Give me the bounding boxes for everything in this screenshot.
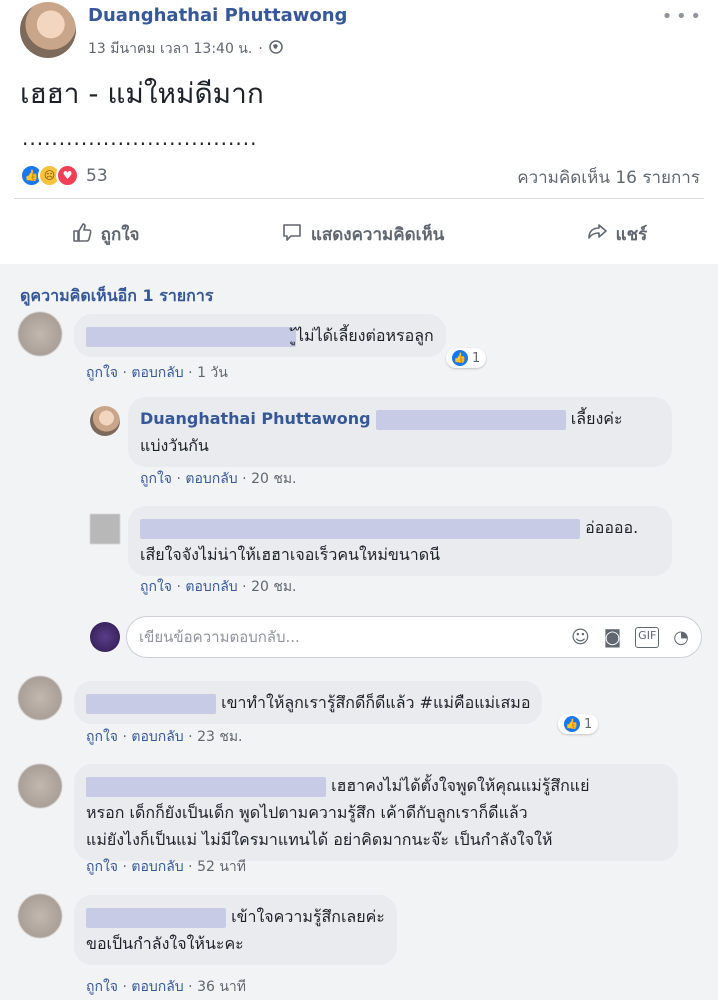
comment-text: เขาทำให้ลูกเรารู้สึกดีก็ดีแล้ว #แม่คือแม… bbox=[221, 693, 531, 712]
share-label: แชร์ bbox=[615, 224, 648, 245]
comment-time: 1 วัน bbox=[197, 365, 228, 381]
more-dots-icon[interactable]: • • • bbox=[662, 6, 701, 27]
share-icon bbox=[586, 221, 608, 248]
comment-like-link[interactable]: ถูกใจ bbox=[86, 729, 118, 745]
redacted-name bbox=[86, 693, 216, 714]
reply-text-line2: แบ่งวันกัน bbox=[140, 436, 209, 455]
comment-text: ู้ไม่ได้เลี้ยงต่อหรอลูก bbox=[296, 326, 434, 345]
replier-avatar[interactable] bbox=[90, 514, 120, 544]
commenter-avatar[interactable] bbox=[18, 764, 62, 808]
redacted-name bbox=[375, 409, 566, 430]
comment-text-line1: เฮฮาคงไม่ได้ตั้งใจพูดให้คุณแม่รู้สึกแย่ bbox=[331, 776, 590, 795]
redacted-name bbox=[86, 907, 226, 928]
comment-reply-link[interactable]: ตอบกลับ bbox=[131, 729, 183, 745]
reply-text: เลี้ยงค่ะ bbox=[570, 409, 623, 428]
thumbs-up-icon bbox=[71, 221, 93, 248]
reply-time: 20 ชม. bbox=[251, 579, 297, 595]
comment-bubble: ู้ไม่ได้เลี้ยงต่อหรอลูก bbox=[74, 314, 446, 357]
reply-bubble: Duanghathai Phuttawong เลี้ยงค่ะ แบ่งวัน… bbox=[128, 397, 672, 467]
post-text: เฮฮา - แม่ใหม่ดีมาก bbox=[20, 77, 264, 110]
view-more-comments-link[interactable]: ดูความคิดเห็นอีก 1 รายการ bbox=[20, 284, 213, 309]
comment-time: 52 นาที bbox=[197, 859, 246, 875]
author-avatar[interactable] bbox=[20, 2, 76, 58]
like-reaction-icon: 👍 bbox=[564, 716, 580, 732]
current-user-avatar bbox=[90, 622, 120, 652]
reply-meta: ถูกใจ · ตอบกลับ · 20 ชม. bbox=[140, 579, 297, 595]
post-meta: 13 มีนาคม เวลา 13:40 น. · bbox=[88, 38, 283, 60]
comment-meta: ถูกใจ · ตอบกลับ · 36 นาที bbox=[86, 979, 246, 995]
reply-author-name[interactable]: Duanghathai Phuttawong bbox=[140, 409, 371, 428]
reply-time: 20 ชม. bbox=[251, 471, 297, 487]
comment-reply-link[interactable]: ตอบกลับ bbox=[131, 859, 183, 875]
post-actions-bar: ถูกใจ แสดงความคิดเห็น แชร์ bbox=[0, 206, 718, 262]
reply-input-icons: ☺ ◙ GIF ◔ bbox=[571, 626, 689, 648]
comment-text-line3: แม่ยังไงก็เป็นแม่ ไม่มีใครมาแทนได้ อย่าค… bbox=[86, 830, 553, 849]
like-button[interactable]: ถูกใจ bbox=[71, 221, 140, 248]
post-author-name[interactable]: Duanghathai Phuttawong bbox=[88, 5, 347, 26]
comment-meta: ถูกใจ · ตอบกลับ · 1 วัน bbox=[86, 365, 228, 381]
post-timestamp[interactable]: 13 มีนาคม เวลา 13:40 น. bbox=[88, 38, 252, 60]
comment-bubble: เขาทำให้ลูกเรารู้สึกดีก็ดีแล้ว #แม่คือแม… bbox=[74, 681, 543, 724]
comment-like-link[interactable]: ถูกใจ bbox=[86, 859, 118, 875]
comment-like-badge[interactable]: 👍 1 bbox=[446, 348, 487, 368]
camera-icon[interactable]: ◙ bbox=[604, 627, 621, 648]
comment-icon bbox=[281, 221, 303, 248]
dot-separator: · bbox=[258, 41, 263, 57]
comment-like-link[interactable]: ถูกใจ bbox=[86, 979, 118, 995]
comment-time: 23 ชม. bbox=[197, 729, 243, 745]
redacted-name bbox=[86, 326, 296, 347]
reply-text-line2: เสียใจจังไม่น่าให้เฮฮาเจอเร็วคนใหม่ขนาดน… bbox=[140, 545, 441, 564]
commenter-avatar[interactable] bbox=[18, 894, 62, 938]
comment-meta: ถูกใจ · ตอบกลับ · 52 นาที bbox=[86, 859, 246, 875]
comment-like-count: 1 bbox=[584, 716, 593, 732]
commenter-avatar[interactable] bbox=[18, 312, 62, 356]
reply-bubble: อ่ออออ. เสียใจจังไม่น่าให้เฮฮาเจอเร็วคนใ… bbox=[128, 506, 672, 576]
reply-input[interactable]: เขียนข้อความตอบกลับ... ☺ ◙ GIF ◔ bbox=[126, 616, 702, 658]
reply-reply-link[interactable]: ตอบกลับ bbox=[185, 579, 237, 595]
reaction-count: 53 bbox=[86, 165, 108, 186]
post-dotted-line: ................................ bbox=[22, 126, 258, 150]
like-label: ถูกใจ bbox=[100, 224, 140, 245]
comment-meta: ถูกใจ · ตอบกลับ · 23 ชม. bbox=[86, 729, 243, 745]
comment-button[interactable]: แสดงความคิดเห็น bbox=[281, 221, 444, 248]
love-reaction-icon: ♥ bbox=[56, 164, 79, 187]
comment-time: 36 นาที bbox=[197, 979, 246, 995]
comment-bubble: เข้าใจความรู้สึกเลยค่ะ ขอเป็นกำลังใจให้น… bbox=[74, 895, 397, 965]
globe-icon bbox=[269, 40, 283, 58]
comment-reply-link[interactable]: ตอบกลับ bbox=[131, 979, 183, 995]
comment-like-link[interactable]: ถูกใจ bbox=[86, 365, 118, 381]
comment-text-line2: ขอเป็นกำลังใจให้นะคะ bbox=[86, 934, 244, 953]
comment-reply-link[interactable]: ตอบกลับ bbox=[131, 365, 183, 381]
comment-bubble: เฮฮาคงไม่ได้ตั้งใจพูดให้คุณแม่รู้สึกแย่ … bbox=[74, 764, 678, 861]
comment-like-count: 1 bbox=[472, 350, 481, 366]
comment-like-badge[interactable]: 👍 1 bbox=[558, 714, 599, 734]
emoji-icon[interactable]: ☺ bbox=[571, 627, 590, 648]
commenter-avatar[interactable] bbox=[18, 676, 62, 720]
comment-text-line2: หรอก เด็กก็ยังเป็นเด็ก พูดไปตามความรู้สึ… bbox=[86, 803, 528, 822]
reply-text: อ่ออออ. bbox=[585, 518, 639, 537]
comment-label: แสดงความคิดเห็น bbox=[310, 224, 445, 245]
reply-like-link[interactable]: ถูกใจ bbox=[140, 471, 172, 487]
reply-author-avatar[interactable] bbox=[90, 406, 120, 436]
gif-icon[interactable]: GIF bbox=[635, 626, 660, 648]
sticker-icon[interactable]: ◔ bbox=[673, 627, 689, 648]
redacted-name bbox=[140, 518, 580, 539]
divider bbox=[14, 198, 704, 199]
reply-like-link[interactable]: ถูกใจ bbox=[140, 579, 172, 595]
redacted-name bbox=[86, 776, 326, 797]
comment-text-line1: เข้าใจความรู้สึกเลยค่ะ bbox=[231, 907, 385, 926]
reply-input-placeholder: เขียนข้อความตอบกลับ... bbox=[139, 628, 300, 646]
share-button[interactable]: แชร์ bbox=[586, 221, 648, 248]
reaction-summary[interactable]: 👍 ☹ ♥ 53 bbox=[20, 164, 108, 187]
like-reaction-icon: 👍 bbox=[452, 350, 468, 366]
comment-count[interactable]: ความคิดเห็น 16 รายการ bbox=[517, 164, 700, 191]
reply-meta: ถูกใจ · ตอบกลับ · 20 ชม. bbox=[140, 471, 297, 487]
reply-reply-link[interactable]: ตอบกลับ bbox=[185, 471, 237, 487]
